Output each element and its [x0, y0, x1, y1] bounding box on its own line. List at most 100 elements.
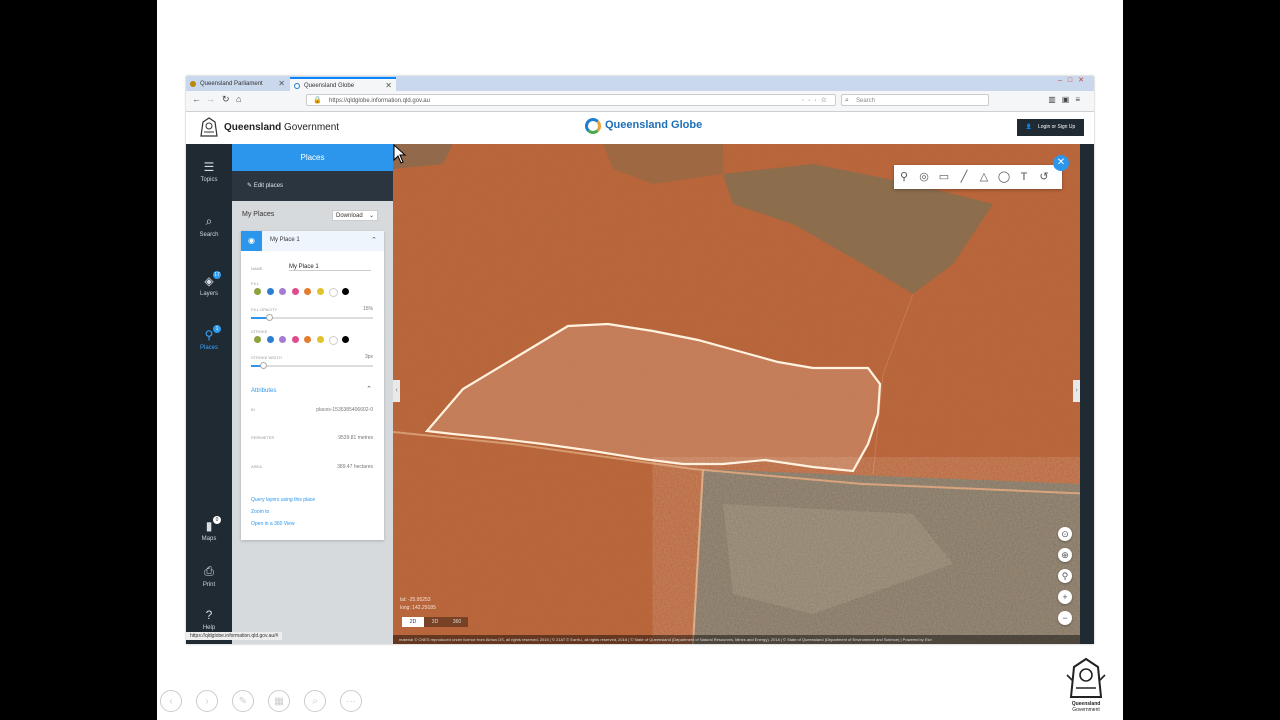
rail-item-layers[interactable]: 17 ◈ Layers	[186, 271, 232, 297]
close-tab-icon[interactable]: ✕	[278, 77, 285, 91]
longitude-text: long: 142.29185	[400, 605, 436, 611]
mode-2d-button[interactable]: 2D	[402, 617, 424, 627]
slider-knob[interactable]	[265, 314, 273, 321]
rectangle-icon[interactable]: ▭	[936, 169, 952, 185]
color-swatch[interactable]	[316, 288, 324, 295]
corner-line2: Government	[1072, 707, 1100, 713]
color-swatch[interactable]	[341, 288, 349, 295]
location-icon[interactable]: ⚲	[1058, 569, 1072, 583]
circle-icon[interactable]: ◯	[996, 169, 1012, 185]
app-body: ☰ Topics ⌕ Search 17 ◈ Layers 1 ⚲ Places 0 ▮…	[186, 144, 1094, 644]
color-swatch[interactable]	[266, 336, 274, 343]
zoom-to-link[interactable]: Zoom to	[251, 509, 269, 515]
fill-opacity-label: FILL OPACITY	[251, 307, 278, 312]
gov-brand-rest: Government	[281, 122, 340, 133]
rail-item-print[interactable]: ⎙ Print	[186, 564, 232, 588]
slider-knob[interactable]	[259, 362, 267, 369]
color-swatch[interactable]	[279, 336, 286, 343]
point-icon[interactable]: ⚲	[896, 169, 912, 185]
attributes-toggle[interactable]: Attributes	[251, 388, 276, 394]
more-options-icon[interactable]: ···	[340, 690, 362, 712]
search-icon: ⌕	[205, 214, 213, 228]
stroke-width-slider[interactable]	[251, 362, 373, 369]
draw-toolbar: ⚲ ◎ ▭ ╱ △ ◯ T ↺	[894, 165, 1062, 189]
color-swatch[interactable]	[291, 288, 299, 295]
rail-item-search[interactable]: ⌕ Search	[186, 214, 232, 238]
place-card-header[interactable]: ◉ My Place 1 ⌃	[241, 231, 384, 251]
rail-item-help[interactable]: ? Help	[186, 608, 232, 631]
undo-icon[interactable]: ↺	[1036, 169, 1052, 185]
chevron-up-icon[interactable]: ⌃	[366, 385, 372, 393]
collapse-left-handle[interactable]: ‹	[393, 380, 400, 402]
color-swatch[interactable]	[266, 288, 274, 295]
close-toolbar-icon[interactable]: ✕	[1053, 155, 1069, 171]
attribute-key: PERIMETER	[251, 435, 275, 440]
search-icon: ⌕	[845, 97, 849, 104]
chevron-up-icon[interactable]: ⌃	[371, 236, 377, 244]
tab-queensland-parliament[interactable]: Queensland Parliament ✕	[186, 77, 289, 91]
place-name-input[interactable]: My Place 1	[289, 264, 371, 271]
globe-favicon-icon	[294, 83, 300, 89]
line-icon[interactable]: ╱	[956, 169, 972, 185]
url-bar[interactable]: 🔒 https://qldglobe.information.qld.gov.a…	[306, 94, 836, 106]
color-swatch[interactable]	[316, 336, 324, 343]
tab-title: Queensland Globe	[304, 83, 355, 89]
color-swatch[interactable]	[329, 336, 338, 345]
previous-slide-icon[interactable]: ‹	[160, 690, 182, 712]
place-pin-icon: ⚲	[204, 328, 214, 342]
globe-icon	[585, 118, 601, 134]
lock-icon: 🔒	[313, 97, 322, 104]
window-controls[interactable]: –□✕	[1058, 76, 1090, 84]
login-button[interactable]: 👤 Login or Sign Up	[1017, 119, 1084, 136]
rail-item-topics[interactable]: ☰ Topics	[186, 160, 232, 183]
rail-label: Search	[199, 232, 219, 238]
next-slide-icon[interactable]: ›	[196, 690, 218, 712]
forward-icon[interactable]: →	[206, 94, 215, 104]
compass-icon[interactable]: ⊙	[1058, 527, 1072, 541]
rail-label: Print	[202, 582, 216, 588]
gov-brand: Queensland Government	[224, 122, 339, 133]
zoom-icon[interactable]: ⌕	[304, 690, 326, 712]
rail-item-maps[interactable]: 0 ▮ Maps	[186, 516, 232, 542]
url-text: https://qldglobe.information.qld.gov.au	[329, 98, 430, 104]
url-tools-icon[interactable]: ···☆	[802, 95, 831, 107]
color-swatch[interactable]	[279, 288, 286, 295]
zoom-in-icon[interactable]: +	[1058, 590, 1072, 604]
edit-places-button[interactable]: ✎ Edit places	[232, 171, 393, 201]
rail-label: Layers	[199, 291, 218, 297]
color-swatch[interactable]	[304, 288, 311, 295]
rail-item-places[interactable]: 1 ⚲ Places	[186, 325, 232, 351]
slides-grid-icon[interactable]: ▦	[268, 690, 290, 712]
color-swatch[interactable]	[329, 288, 338, 297]
locate-icon[interactable]: ⊕	[1058, 548, 1072, 562]
browser-menu-icon[interactable]: ▥▣≡	[1048, 95, 1086, 104]
my-places-heading: My Places	[242, 211, 275, 218]
color-swatch[interactable]	[304, 336, 311, 343]
mode-360-button[interactable]: 360	[446, 617, 468, 627]
browser-search-input[interactable]: ⌕ Search	[841, 94, 989, 106]
back-icon[interactable]: ←	[192, 94, 201, 104]
fill-opacity-slider[interactable]	[251, 314, 373, 321]
reload-icon[interactable]: ↻	[222, 94, 230, 105]
collapse-right-handle[interactable]: ›	[1073, 380, 1080, 402]
pin-icon[interactable]: ◎	[916, 169, 932, 185]
zoom-out-icon[interactable]: −	[1058, 611, 1072, 625]
color-swatch[interactable]	[341, 336, 349, 343]
tab-bar: Queensland Parliament ✕ Queensland Globe…	[186, 76, 1094, 91]
query-layers-link[interactable]: Query layers using this place	[251, 497, 315, 503]
mode-3d-button[interactable]: 3D	[424, 617, 446, 627]
text-icon[interactable]: T	[1016, 169, 1032, 185]
satellite-map[interactable]: ‹ › ⚲ ◎ ▭ ╱ △ ◯ T ↺ ✕ ⊙ ⊕ ⚲ + − lat: -25…	[393, 144, 1094, 644]
color-swatch[interactable]	[291, 336, 299, 343]
download-dropdown[interactable]: Download ⌄	[332, 210, 378, 221]
color-swatch[interactable]	[254, 336, 261, 343]
place-card: ◉ My Place 1 ⌃ NAME My Place 1 FILL FILL…	[241, 231, 384, 540]
home-icon[interactable]: ⌂	[236, 94, 241, 104]
tab-queensland-globe[interactable]: Queensland Globe ✕	[290, 77, 396, 91]
pen-icon[interactable]: ✎	[232, 690, 254, 712]
book-icon: ▮	[205, 519, 213, 533]
polygon-icon[interactable]: △	[976, 169, 992, 185]
open-360-view-link[interactable]: Open in a 360 View	[251, 521, 295, 527]
color-swatch[interactable]	[254, 288, 261, 295]
visibility-eye-icon[interactable]: ◉	[241, 231, 262, 251]
